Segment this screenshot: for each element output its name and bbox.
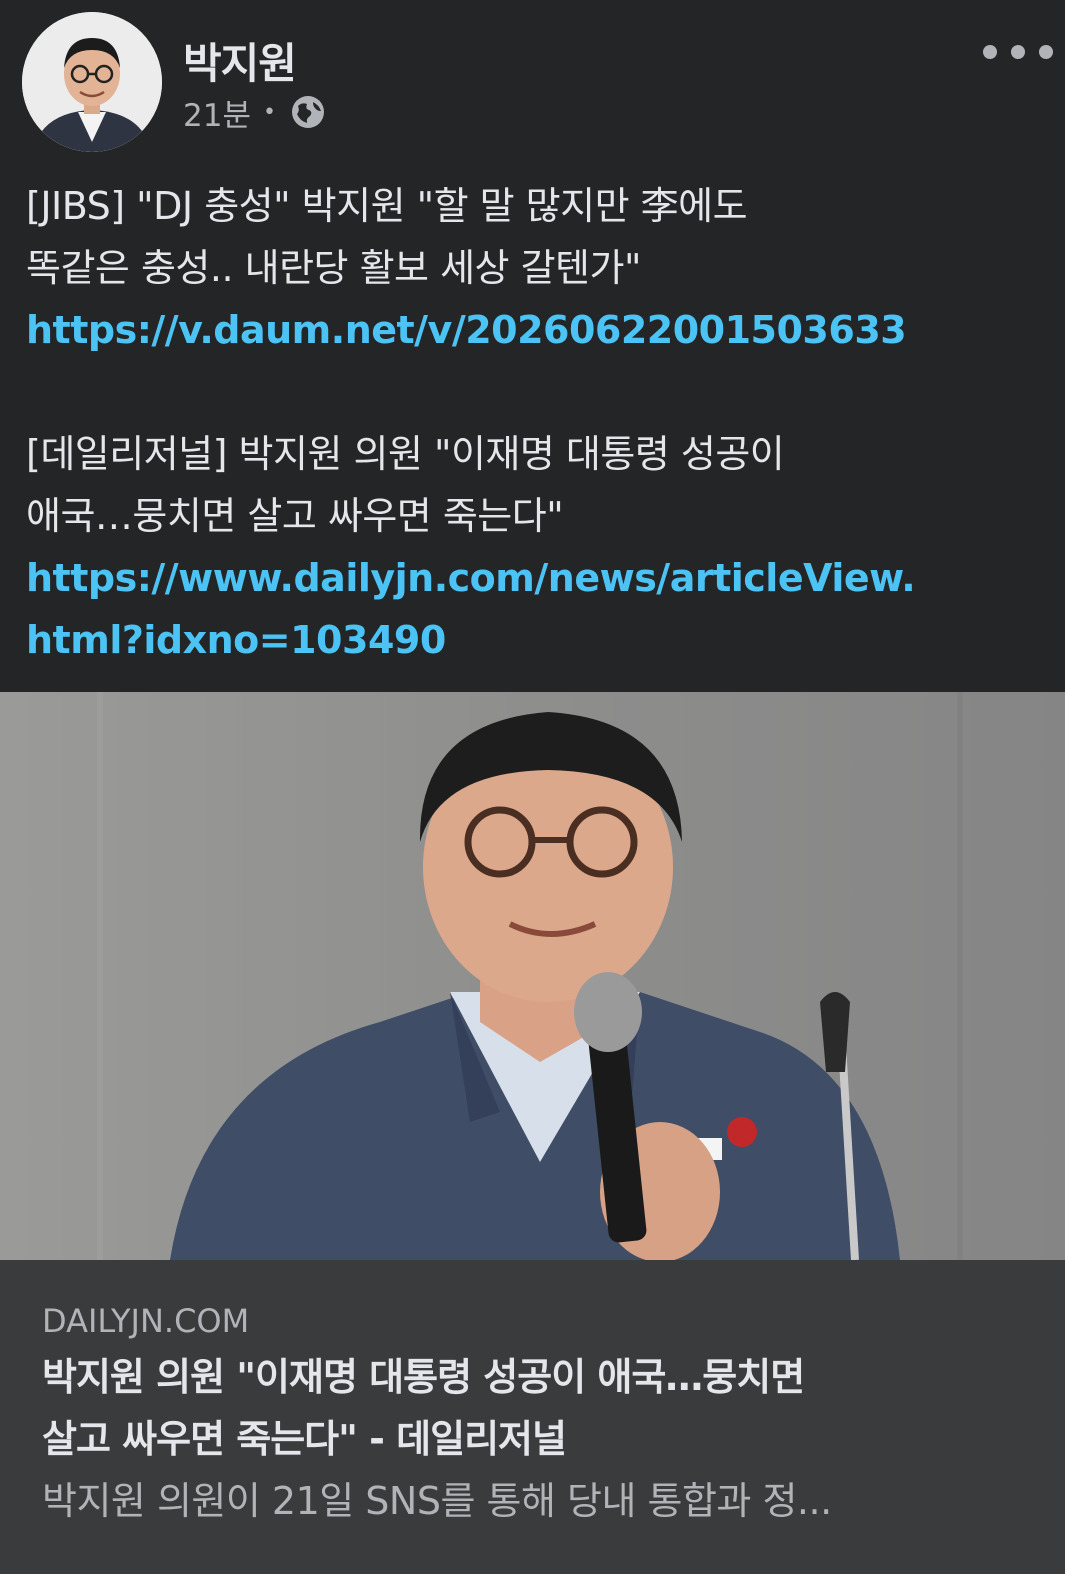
more-options-icon[interactable] [983, 32, 1053, 72]
daum-article-link[interactable]: https://v.daum.net/v/20260622001503633 [26, 299, 1036, 361]
preview-title: 박지원 의원 "이재명 대통령 성공이 애국…뭉치면 살고 싸우면 죽는다" -… [42, 1346, 1032, 1470]
globe-icon[interactable] [290, 94, 326, 130]
preview-title-line-1: 박지원 의원 "이재명 대통령 성공이 애국…뭉치면 [42, 1355, 805, 1399]
dailyjn-article-link-line-1[interactable]: https://www.dailyjn.com/news/articleView… [26, 547, 1036, 609]
facebook-post: 박지원 21분 • [JIBS] "DJ 충성" 박지원 "할 말 많지만 李에… [0, 0, 1065, 1574]
paragraph-2-line-2: 애국…뭉치면 살고 싸우면 죽는다" [26, 494, 564, 538]
meta-separator: • [262, 99, 276, 125]
preview-domain: DAILYJN.COM [42, 1302, 250, 1340]
avatar-image [22, 12, 162, 152]
post-text: [JIBS] "DJ 충성" 박지원 "할 말 많지만 李에도 똑같은 충성..… [26, 175, 1036, 671]
link-preview-card[interactable]: DAILYJN.COM 박지원 의원 "이재명 대통령 성공이 애국…뭉치면 살… [0, 1260, 1065, 1574]
preview-image[interactable] [0, 692, 1065, 1260]
paragraph-1-line-2: 똑같은 충성.. 내란당 활보 세상 갈텐가" [26, 246, 641, 290]
paragraph-1-line-1: [JIBS] "DJ 충성" 박지원 "할 말 많지만 李에도 [26, 184, 748, 228]
post-meta: 21분 • [183, 90, 326, 135]
post-timestamp[interactable]: 21분 [183, 90, 251, 135]
author-name[interactable]: 박지원 [183, 30, 297, 91]
paragraph-2-line-1: [데일리저널] 박지원 의원 "이재명 대통령 성공이 [26, 432, 785, 476]
dailyjn-article-link-line-2[interactable]: html?idxno=103490 [26, 609, 1036, 671]
preview-title-line-2: 살고 싸우면 죽는다" - 데일리저널 [42, 1417, 567, 1461]
author-avatar[interactable] [22, 12, 162, 152]
preview-description: 박지원 의원이 21일 SNS를 통해 당내 통합과 정... [42, 1479, 832, 1523]
